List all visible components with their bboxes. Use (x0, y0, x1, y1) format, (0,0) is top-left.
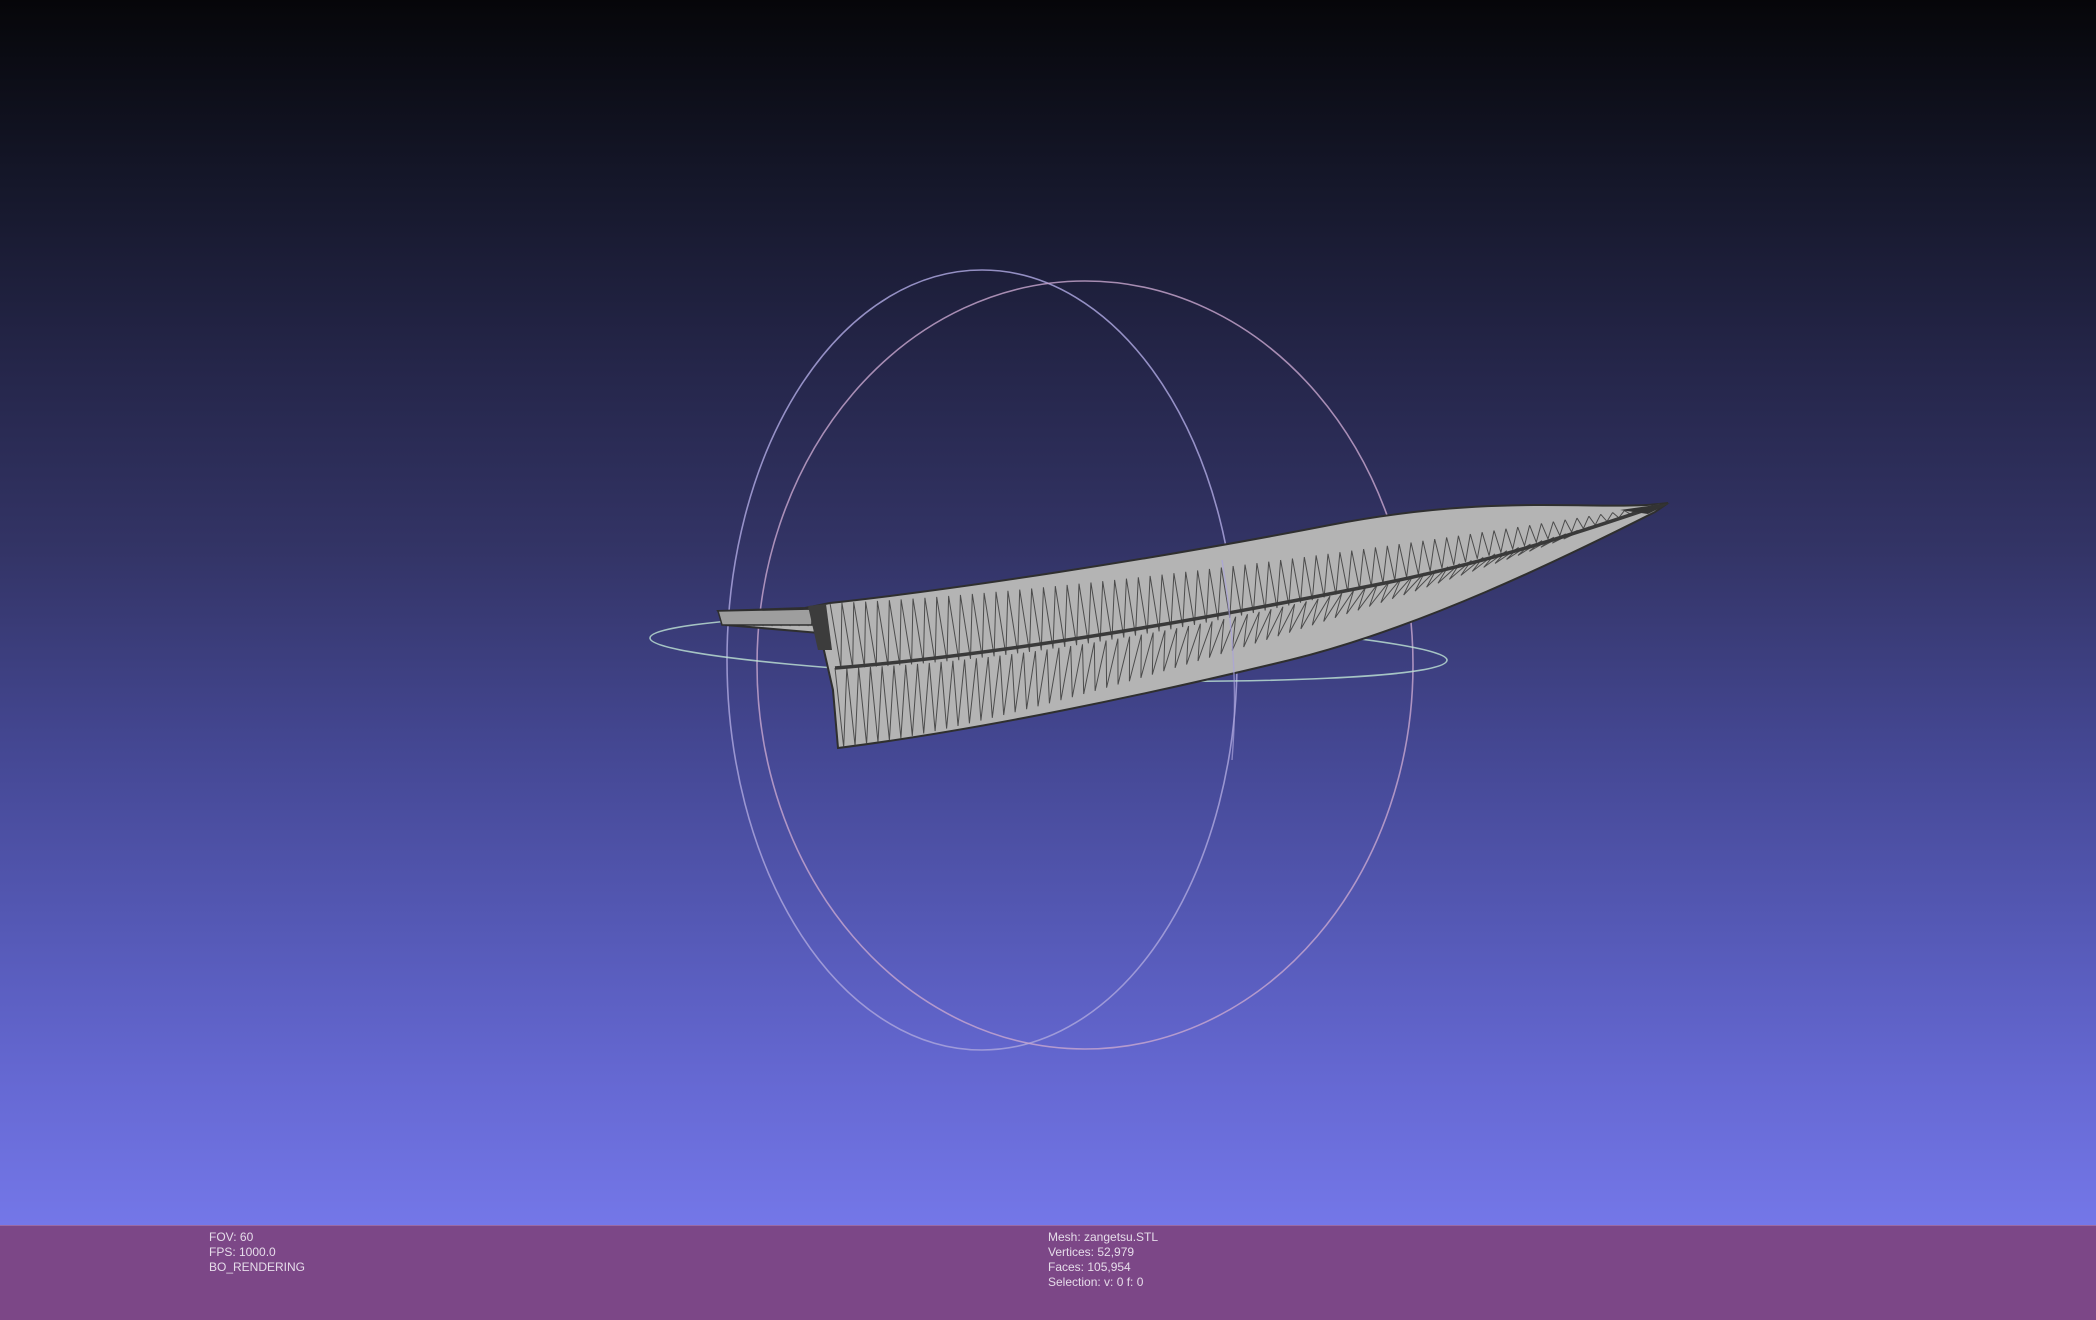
face-count-readout: Faces: 105,954 (1048, 1260, 1131, 1274)
render-mode-readout: BO_RENDERING (209, 1260, 306, 1274)
fps-readout: FPS: 1000.0 (209, 1245, 276, 1259)
status-bar: FOV: 60 FPS: 1000.0 BO_RENDERING Mesh: z… (0, 1225, 2096, 1320)
mesh-name-readout: Mesh: zangetsu.STL (1048, 1230, 1159, 1244)
vertex-count-readout: Vertices: 52,979 (1048, 1245, 1135, 1259)
mesh-info: Mesh: zangetsu.STL Vertices: 52,979 Face… (1048, 1230, 1158, 1290)
3d-viewport[interactable] (0, 0, 2096, 1225)
scene-canvas[interactable] (0, 0, 2096, 1225)
mesh-zangetsu[interactable] (716, 502, 1670, 750)
fov-readout: FOV: 60 (209, 1230, 254, 1244)
selection-readout: Selection: v: 0 f: 0 (1048, 1275, 1144, 1289)
render-info: FOV: 60 FPS: 1000.0 BO_RENDERING (209, 1230, 305, 1275)
blade-tang (717, 608, 813, 626)
